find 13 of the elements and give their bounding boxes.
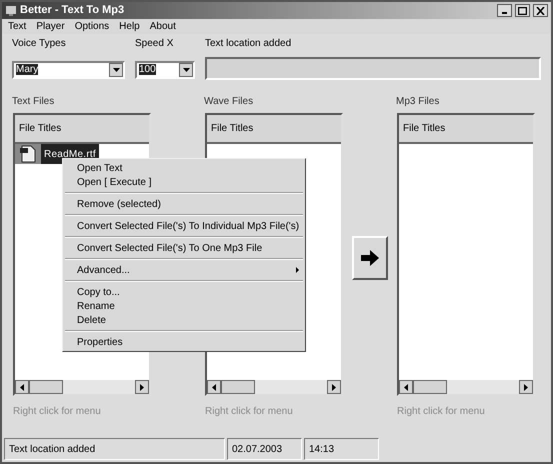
- field-label: Text location added: [205, 37, 292, 51]
- status-bar-panel: 02.07.2003: [227, 438, 302, 460]
- field-label: Speed X: [135, 37, 174, 51]
- hint-text: Right click for menu: [205, 405, 294, 419]
- group-label: Mp3 Files: [396, 95, 440, 109]
- field-label: Voice Types: [12, 37, 67, 51]
- status-bar-panel: Text location added: [4, 438, 225, 460]
- group-label: Wave Files: [204, 95, 254, 109]
- group-label: Text Files: [12, 95, 56, 109]
- status-bar-panel: 14:13: [304, 438, 379, 460]
- window-title: Better - Text To Mp3: [20, 3, 126, 18]
- hint-text: Right click for menu: [397, 405, 486, 419]
- hint-text: Right click for menu: [13, 405, 102, 419]
